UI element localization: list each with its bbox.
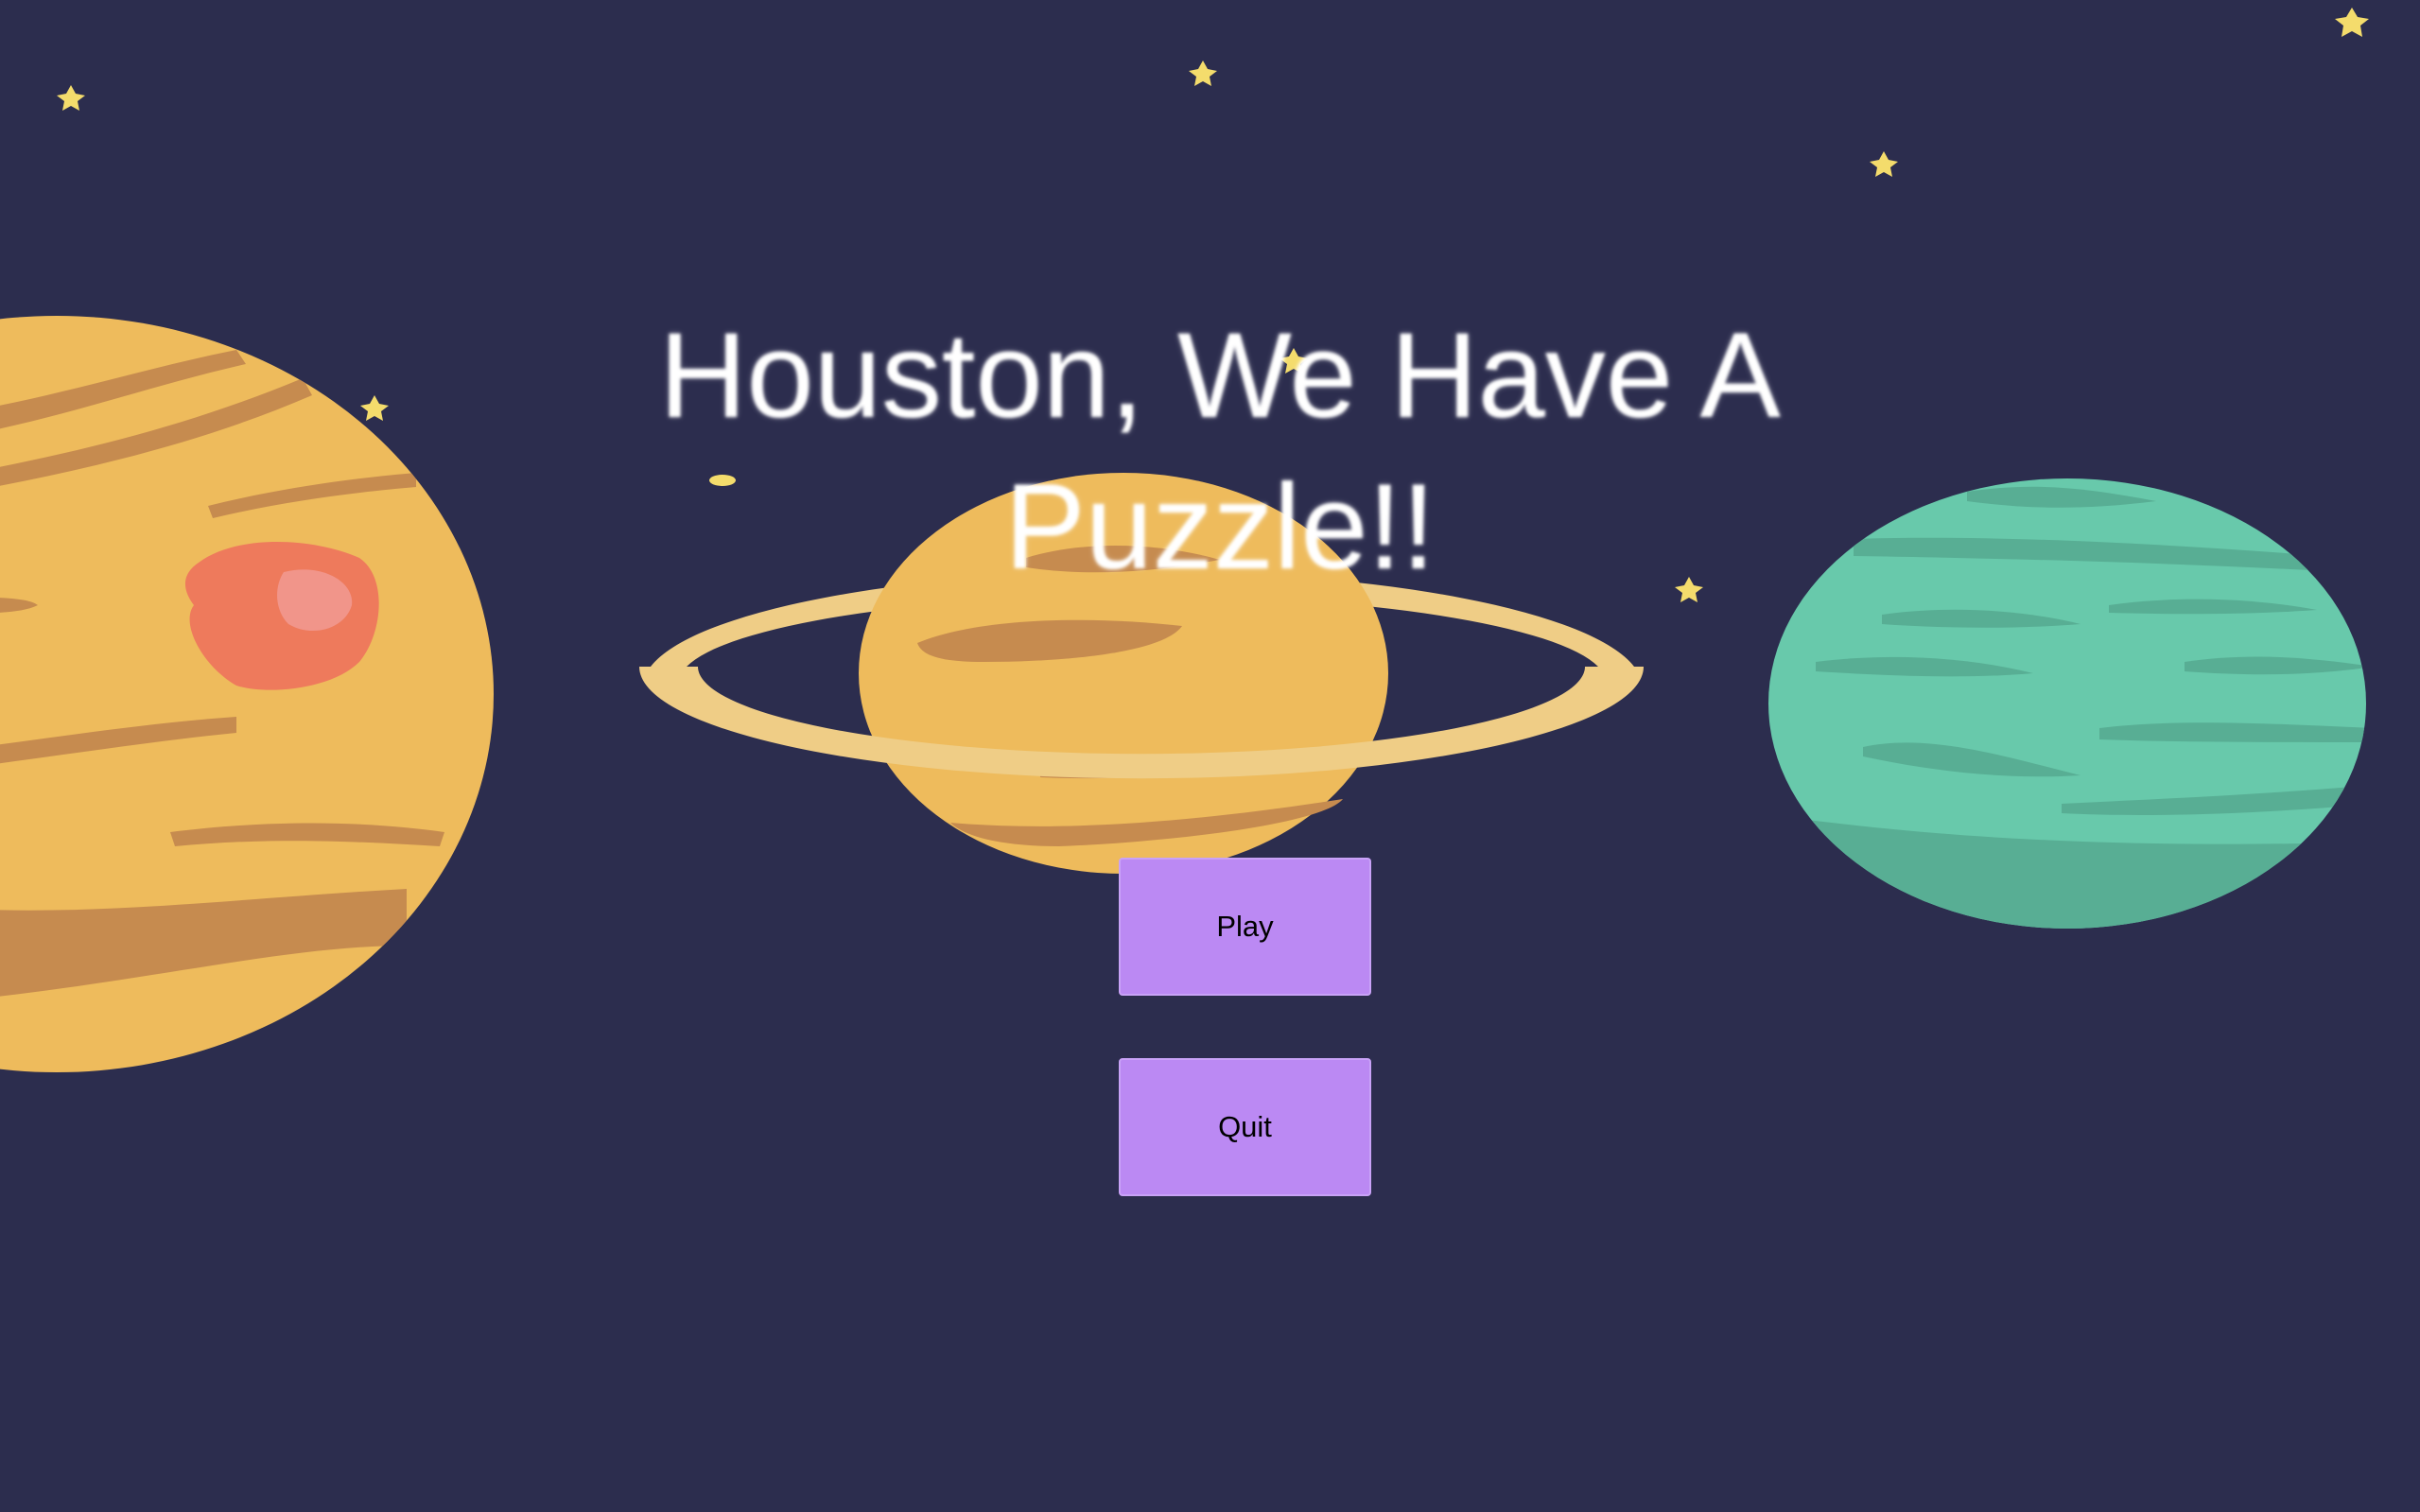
star-icon bbox=[1189, 61, 1217, 86]
quit-button[interactable]: Quit bbox=[1119, 1058, 1371, 1196]
game-main-menu: Houston, We Have A Puzzle!! Play Quit bbox=[0, 0, 2420, 1512]
play-button[interactable]: Play bbox=[1119, 858, 1371, 996]
star-icon bbox=[2335, 8, 2369, 37]
space-background bbox=[0, 8, 2369, 1072]
gas-giant-planet bbox=[0, 316, 494, 1072]
play-button-label: Play bbox=[1216, 910, 1274, 943]
star-icon bbox=[57, 85, 85, 111]
star-icon bbox=[1870, 151, 1898, 177]
game-title: Houston, We Have A Puzzle!! bbox=[567, 301, 1872, 603]
game-title-line1: Houston, We Have A bbox=[659, 308, 1781, 443]
game-title-line2: Puzzle!! bbox=[1004, 460, 1436, 595]
star-icon bbox=[360, 395, 389, 421]
quit-button-label: Quit bbox=[1218, 1110, 1272, 1143]
